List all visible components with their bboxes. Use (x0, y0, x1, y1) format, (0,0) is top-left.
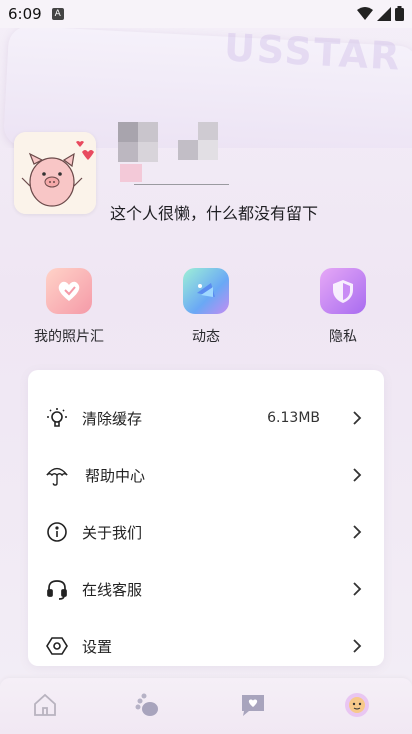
menu-label-clear-cache: 清除缓存 (82, 409, 143, 428)
chevron-right-icon (353, 468, 362, 482)
battery-icon (395, 6, 404, 21)
info-icon (46, 521, 68, 543)
menu-label-help: 帮助中心 (85, 466, 146, 485)
paw-icon (135, 693, 158, 716)
quick-label-privacy: 隐私 (329, 329, 357, 345)
wifi-icon (357, 6, 373, 20)
quick-item-photos[interactable]: 我的照片汇 (19, 262, 119, 346)
quick-item-privacy[interactable]: 隐私 (293, 262, 393, 346)
settings-icon (46, 635, 68, 657)
status-time: 6:09 (8, 5, 42, 23)
avatar[interactable] (14, 132, 96, 214)
menu-item-help[interactable]: 帮助中心 (28, 455, 384, 495)
tab-profile[interactable] (342, 690, 372, 720)
chevron-right-icon (353, 411, 362, 425)
avatar-tab-icon (345, 693, 369, 717)
pig-avatar-icon (14, 132, 96, 214)
tab-messages[interactable] (238, 690, 268, 720)
status-bar: 6:09 A (0, 0, 412, 28)
shield-icon (320, 268, 366, 314)
tab-community[interactable] (132, 690, 162, 720)
home-icon (34, 693, 56, 716)
quick-label-photos: 我的照片汇 (34, 329, 104, 345)
lightbulb-icon (46, 407, 68, 429)
menu-label-customer-service: 在线客服 (82, 580, 143, 599)
menu-item-about[interactable]: 关于我们 (28, 512, 384, 552)
headset-icon (46, 578, 68, 600)
dynamic-icon (183, 268, 229, 314)
message-heart-icon (242, 695, 264, 716)
chevron-right-icon (353, 639, 362, 653)
signal-icon (377, 6, 391, 21)
settings-menu-card: 清除缓存 6.13MB 帮助中心 关于我们 在线客服 设置 (28, 370, 384, 666)
quick-actions: 我的照片汇 动态 隐私 (0, 262, 412, 352)
menu-item-customer-service[interactable]: 在线客服 (28, 569, 384, 609)
chevron-right-icon (353, 525, 362, 539)
umbrella-icon (46, 464, 68, 486)
username-mosaic (116, 122, 236, 182)
cache-size-value: 6.13MB (267, 410, 320, 426)
menu-item-settings[interactable]: 设置 (28, 626, 384, 666)
tab-home[interactable] (30, 690, 60, 720)
menu-label-settings: 设置 (82, 637, 113, 656)
chevron-right-icon (353, 582, 362, 596)
status-indicators (357, 6, 404, 21)
quick-label-dynamic: 动态 (192, 329, 220, 345)
photo-heart-icon (46, 268, 92, 314)
app-notification-icon: A (51, 8, 64, 20)
quick-item-dynamic[interactable]: 动态 (156, 262, 256, 346)
user-bio: 这个人很懒，什么都没有留下 (110, 204, 319, 223)
bottom-tab-bar (0, 678, 412, 734)
menu-item-clear-cache[interactable]: 清除缓存 6.13MB (28, 398, 384, 438)
username-underline (134, 184, 229, 185)
menu-label-about: 关于我们 (82, 523, 143, 542)
